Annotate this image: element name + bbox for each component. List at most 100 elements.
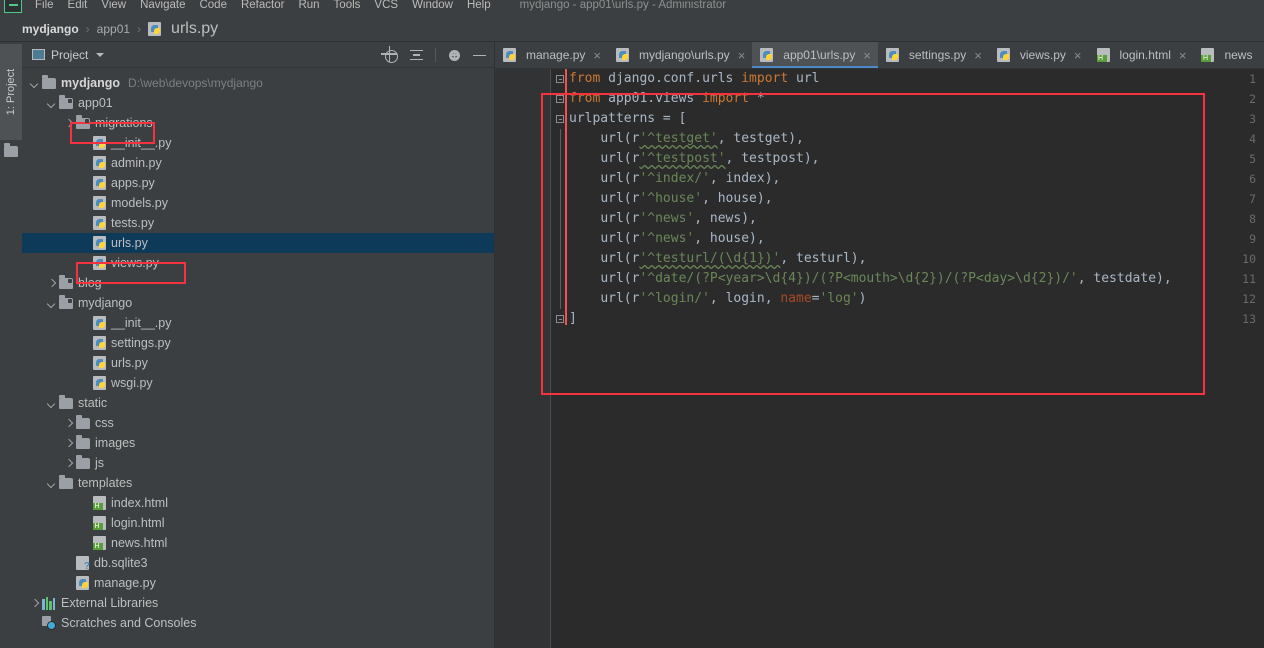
tree-item-index-html[interactable]: index.html [22,493,494,513]
editor-tab-manage-py[interactable]: manage.py × [495,42,608,68]
chevron-right-icon[interactable] [64,439,73,448]
line-number: 2 [1249,92,1256,106]
tree-item-template-[interactable]: templates [22,473,494,493]
tree-item-label: mydjango [61,76,121,90]
chevron-right-icon[interactable] [30,599,39,608]
menu-item-file[interactable]: File [28,0,61,11]
tree-item-__init__-py[interactable]: __init__.py [22,313,494,333]
close-icon[interactable]: × [1074,49,1082,62]
tree-item-view--py[interactable]: views.py [22,253,494,273]
tree-item-login-html[interactable]: login.html [22,513,494,533]
menu-item-edit[interactable]: Edit [61,0,95,11]
tree-item-image-[interactable]: images [22,433,494,453]
tree-item-c--[interactable]: css [22,413,494,433]
tree-item-j-[interactable]: js [22,453,494,473]
close-icon[interactable]: × [738,49,746,62]
menu-item-navigate[interactable]: Navigate [133,0,192,11]
menu-item-window[interactable]: Window [405,0,460,11]
chevron-right-icon[interactable] [64,459,73,468]
tree-item-db--qlite3[interactable]: db.sqlite3 [22,553,494,573]
tree-item-app--py[interactable]: apps.py [22,173,494,193]
close-icon[interactable]: × [974,49,982,62]
chevron-right-icon[interactable] [64,419,73,428]
tree-item-path: D:\web\devops\mydjango [128,76,263,90]
tree-item-mydjango[interactable]: mydjango D:\web\devops\mydjango [22,73,494,93]
tree-item-mydjango[interactable]: mydjango [22,293,494,313]
chevron-down-icon[interactable] [47,299,56,308]
tree-item-te-t--py[interactable]: tests.py [22,213,494,233]
python-file-icon [93,376,106,390]
code-fold-marker[interactable] [556,89,565,109]
tree-item-external librarie-[interactable]: External Libraries [22,593,494,613]
editor-tab-view--py[interactable]: views.py × [989,42,1089,68]
code-fold-marker[interactable] [556,309,565,329]
breadcrumb-project[interactable]: mydjango [22,22,79,36]
menu-item-refactor[interactable]: Refactor [234,0,291,11]
tree-item-url--py[interactable]: urls.py [22,233,494,253]
tree-item-w-gi-py[interactable]: wsgi.py [22,373,494,393]
editor-tab-new-[interactable]: news [1193,42,1259,68]
python-file-icon [615,48,629,62]
menu-item-tools[interactable]: Tools [327,0,368,11]
close-icon[interactable]: × [1179,49,1187,62]
tree-item-model--py[interactable]: models.py [22,193,494,213]
menu-item-run[interactable]: Run [291,0,326,11]
breadcrumb-file[interactable]: urls.py [148,20,218,38]
sqlite-db-icon [76,556,90,572]
minimize-icon[interactable] [473,48,488,63]
html-file-icon [93,536,106,551]
chevron-down-icon[interactable] [47,479,56,488]
tree-item-label: news.html [111,536,168,550]
tree-item-blog[interactable]: blog [22,273,494,293]
chevron-down-icon[interactable] [47,399,56,408]
tree-item-label: settings.py [111,336,171,350]
tree-item-label: css [95,416,114,430]
code-fold-line [556,149,565,169]
breadcrumb-folder[interactable]: app01 [97,22,130,36]
tree-item-scratche- and con-ole-[interactable]: Scratches and Consoles [22,613,494,633]
tree-item-manage-py[interactable]: manage.py [22,573,494,593]
chevron-right-icon[interactable] [47,279,56,288]
menu-item-code[interactable]: Code [192,0,234,11]
close-icon[interactable]: × [593,49,601,62]
editor-tab-login-html[interactable]: login.html × [1089,42,1194,68]
collapse-all-icon[interactable] [409,48,424,63]
settings-gear-icon[interactable] [447,48,462,63]
tree-item-app01[interactable]: app01 [22,93,494,113]
code-fold-marker[interactable] [556,109,565,129]
source-code[interactable]: from django.conf.urls import url from app… [569,69,1172,329]
locate-icon[interactable] [383,48,398,63]
tree-item--tatic[interactable]: static [22,393,494,413]
tree-item-new--html[interactable]: news.html [22,533,494,553]
chevron-right-icon[interactable] [64,119,73,128]
code-line: url(r'^news', house), [600,231,765,246]
editor-tab-mydjango-url--py[interactable]: mydjango\urls.py × [608,42,752,68]
editor-tab-app01-url--py[interactable]: app01\urls.py × [752,42,878,68]
code-editor[interactable]: 1 2 3 4 5 6 7 8 9 10 11 12 13 from django.conf.urls … [495,69,1264,648]
code-fold-line [556,189,565,209]
tree-item-label: models.py [111,196,168,210]
tool-tab-project[interactable]: 1: Project [0,44,22,140]
tree-item--etting--py[interactable]: settings.py [22,333,494,353]
menu-item-vcs[interactable]: VCS [367,0,405,11]
tree-item-admin-py[interactable]: admin.py [22,153,494,173]
editor-tab--etting--py[interactable]: settings.py × [878,42,989,68]
code-fold-marker[interactable] [556,69,565,89]
tree-item-migration-[interactable]: migrations [22,113,494,133]
editor-tab-label: app01\urls.py [783,48,856,62]
menu-item-help[interactable]: Help [460,0,498,11]
tree-item-label: templates [78,476,133,490]
project-panel-title-group[interactable]: Project [32,48,105,62]
tree-item-__init__-py[interactable]: __init__.py [22,133,494,153]
close-icon[interactable]: × [863,49,871,62]
editor-gutter[interactable] [495,69,551,648]
tree-item-url--py[interactable]: urls.py [22,353,494,373]
tree-item-label: blog [78,276,102,290]
chevron-down-icon[interactable] [96,52,105,57]
menu-item-view[interactable]: View [94,0,133,11]
chevron-down-icon[interactable] [30,79,39,88]
chevron-down-icon[interactable] [47,99,56,108]
